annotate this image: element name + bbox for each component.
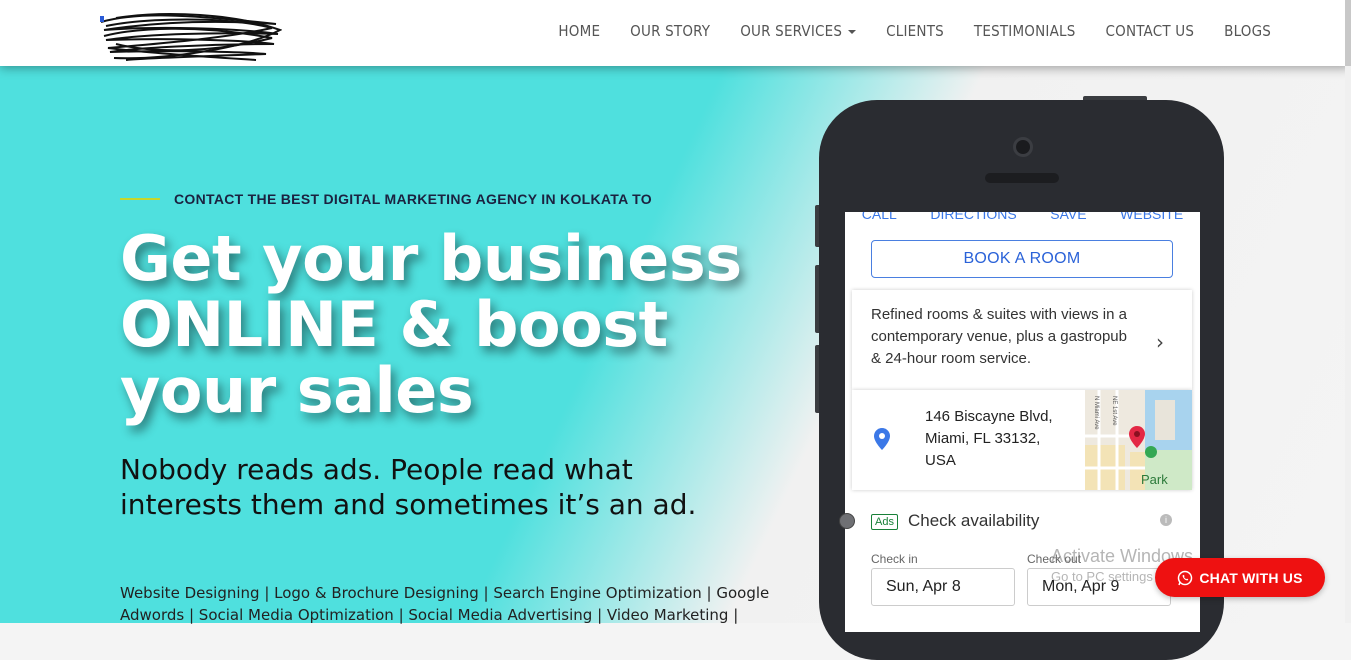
caret-down-icon xyxy=(848,29,857,34)
directions-link[interactable]: DIRECTIONS xyxy=(930,212,1016,222)
info-icon[interactable]: i xyxy=(1160,514,1172,526)
nav-clients[interactable]: CLIENTS xyxy=(886,22,944,40)
map-thumbnail[interactable]: Park N Miami Ave NE 1st Ave xyxy=(1085,390,1192,490)
phone-camera xyxy=(1013,137,1033,157)
map-street-label-2: NE 1st Ave xyxy=(1111,396,1117,426)
carousel-dot[interactable] xyxy=(839,513,855,529)
park-icon xyxy=(1145,446,1157,458)
check-availability-title: Check availability xyxy=(908,511,1040,530)
listing-address-card[interactable]: 146 Biscayne Blvd, Miami, FL 33132, USA … xyxy=(852,390,1192,490)
kicker-accent-line xyxy=(120,198,160,200)
nav-our-story[interactable]: OUR STORY xyxy=(630,22,710,40)
page-scrollbar[interactable] xyxy=(1345,0,1351,623)
logo-redacted[interactable] xyxy=(96,8,282,64)
nav-contact-us[interactable]: CONTACT US xyxy=(1106,22,1195,40)
book-room-button[interactable]: BOOK A ROOM xyxy=(871,240,1173,278)
listing-description-card[interactable]: Refined rooms & suites with views in a c… xyxy=(852,290,1192,390)
nav-our-services[interactable]: OUR SERVICES xyxy=(740,22,857,40)
hero-kicker: CONTACT THE BEST DIGITAL MARKETING AGENC… xyxy=(120,191,652,207)
listing-action-links: CALL DIRECTIONS SAVE WEBSITE xyxy=(845,212,1200,222)
services-list: Website Designing | Logo & Brochure Desi… xyxy=(120,584,770,624)
navbar: HOME OUR STORY OUR SERVICES CLIENTS TEST… xyxy=(0,0,1351,66)
hero-subheadline: Nobody reads ads. People read what inter… xyxy=(120,453,697,521)
nav-testimonials[interactable]: TESTIMONIALS xyxy=(974,22,1076,40)
hero-headline: Get your business ONLINE & boost your sa… xyxy=(120,222,742,427)
chat-button-label: CHAT WITH US xyxy=(1199,569,1303,586)
chat-with-us-button[interactable]: CHAT WITH US xyxy=(1155,558,1325,597)
check-in-label: Check in xyxy=(871,552,918,566)
whatsapp-icon xyxy=(1178,570,1193,585)
kicker-text: CONTACT THE BEST DIGITAL MARKETING AGENC… xyxy=(174,191,652,207)
listing-description: Refined rooms & suites with views in a c… xyxy=(871,306,1127,367)
location-pin-icon xyxy=(874,428,890,450)
scrollbar-thumb[interactable] xyxy=(1345,0,1351,66)
call-link[interactable]: CALL xyxy=(862,212,897,222)
ads-badge: Ads xyxy=(871,514,898,530)
nav-blogs[interactable]: BLOGS xyxy=(1224,22,1271,40)
nav-home[interactable]: HOME xyxy=(558,22,600,40)
map-park-label: Park xyxy=(1141,472,1168,487)
main-nav: HOME OUR STORY OUR SERVICES CLIENTS TEST… xyxy=(528,0,1271,62)
check-in-field[interactable]: Sun, Apr 8 xyxy=(871,568,1015,606)
map-street-label-1: N Miami Ave xyxy=(1093,396,1099,430)
nav-our-services-label: OUR SERVICES xyxy=(740,22,843,40)
chevron-right-icon: › xyxy=(1156,330,1164,354)
website-link[interactable]: WEBSITE xyxy=(1120,212,1183,222)
listing-address: 146 Biscayne Blvd, Miami, FL 33132, USA xyxy=(925,408,1053,469)
phone-speaker xyxy=(985,173,1059,183)
save-link[interactable]: SAVE xyxy=(1050,212,1086,222)
